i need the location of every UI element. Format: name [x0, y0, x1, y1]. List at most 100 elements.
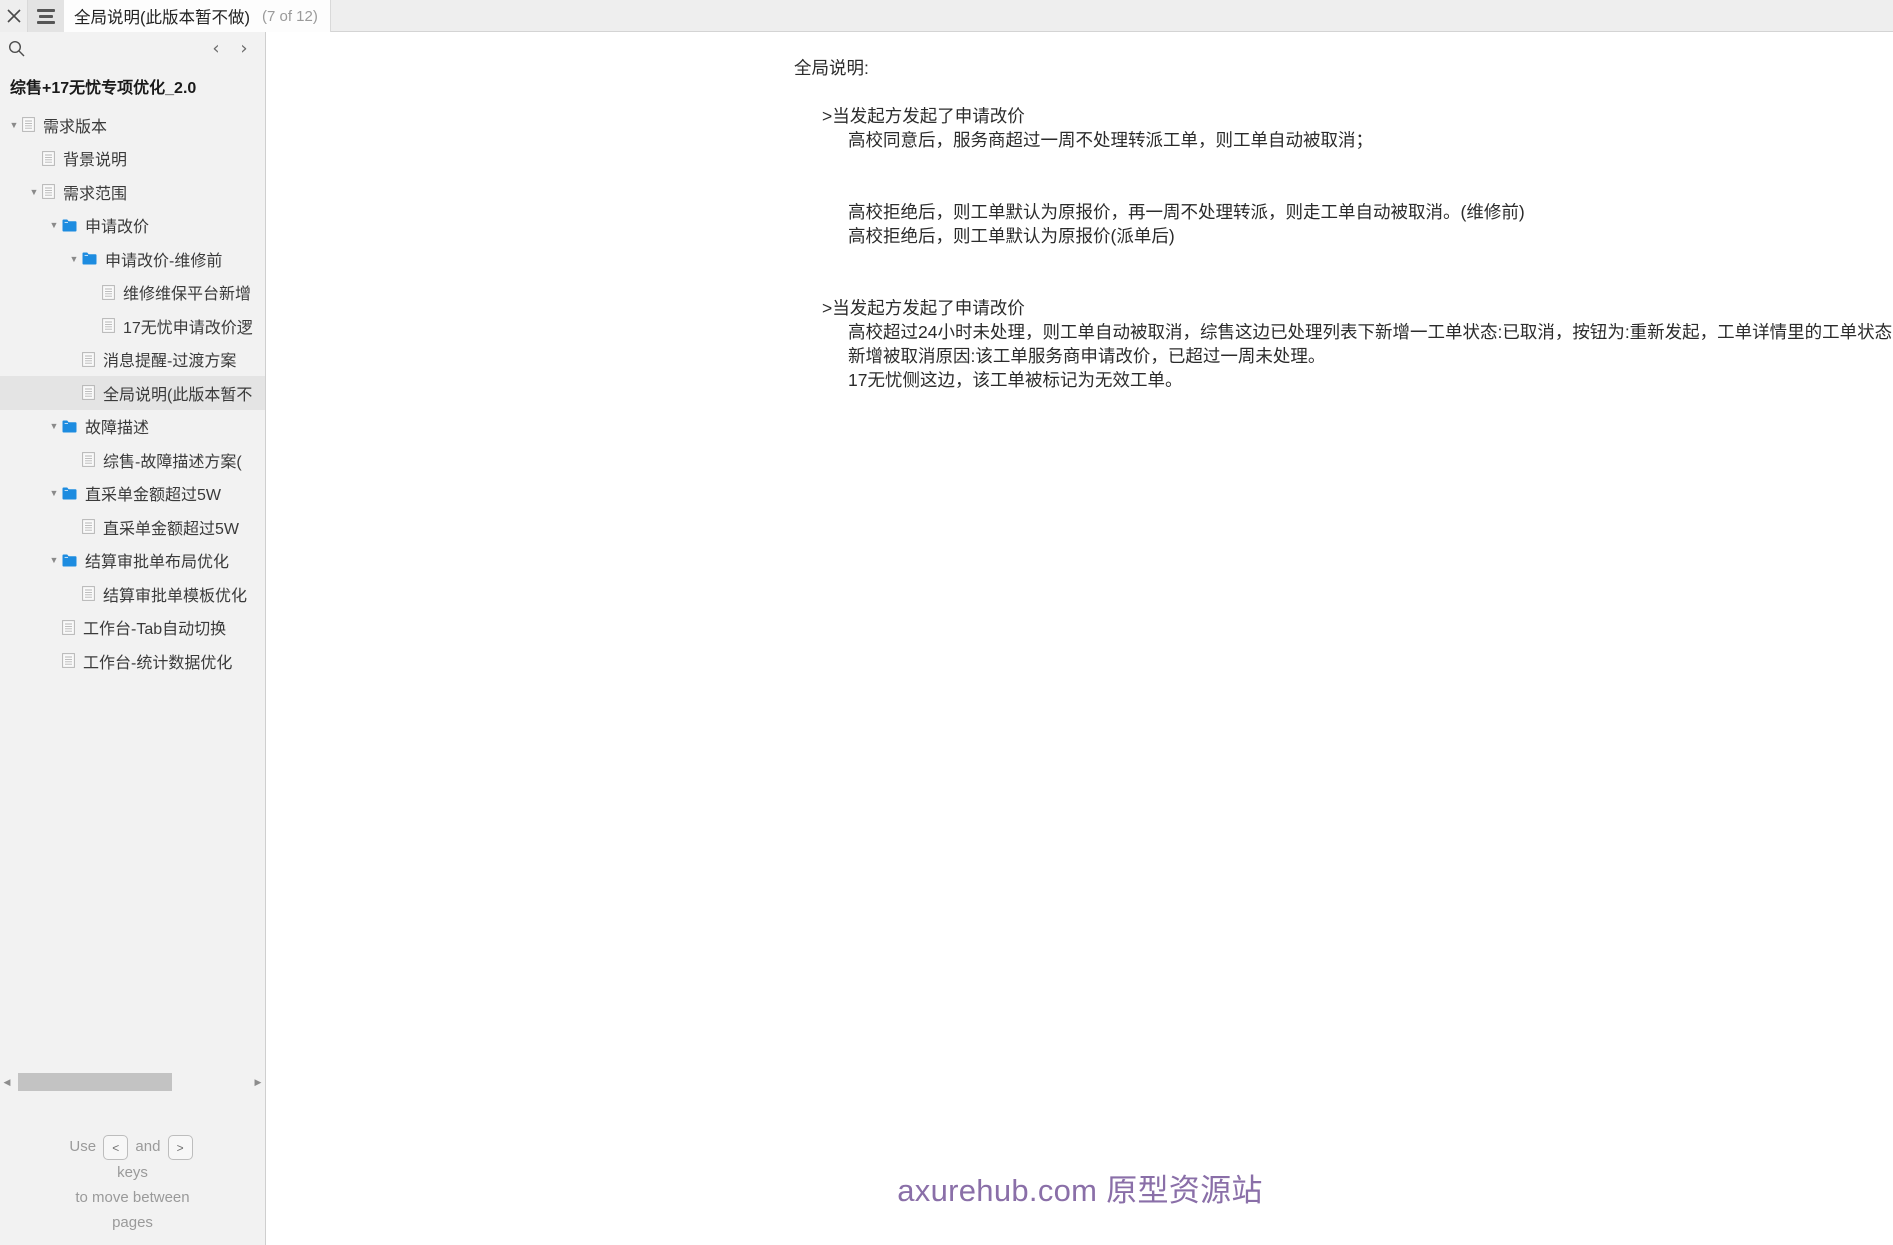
- tree-item[interactable]: 消息提醒-过渡方案: [0, 343, 265, 377]
- tree-twisty-expanded-icon[interactable]: ▼: [46, 410, 62, 444]
- hamburger-icon[interactable]: [28, 0, 64, 32]
- keyboard-hint-keys: keys: [117, 1164, 148, 1181]
- tree-item[interactable]: 背景说明: [0, 142, 265, 176]
- folder-icon: [62, 554, 77, 567]
- tree-item-label: 结算审批单布局优化: [85, 554, 230, 572]
- tree-item-label: 申请改价-维修前: [105, 252, 223, 270]
- doc-spacer-2: [794, 152, 1893, 176]
- page-icon: [82, 586, 95, 602]
- tree-twisty-expanded-icon[interactable]: ▼: [46, 544, 62, 578]
- sidebar: ‹ › 综售+17无忧专项优化_2.0 ▼ 需求版本 背景说明 ▼ 需求范围 ▼ 申请改价 ▼…: [0, 32, 266, 1245]
- page-icon: [82, 586, 95, 602]
- hint-use-label: Use: [69, 1138, 97, 1156]
- tree-item[interactable]: 直采单金额超过5W: [0, 510, 265, 544]
- tree-item[interactable]: 工作台-统计数据优化: [0, 644, 265, 678]
- tree-item[interactable]: 综售-故障描述方案(: [0, 443, 265, 477]
- doc-spacer-5: [794, 272, 1893, 296]
- tree-item[interactable]: ▼ 申请改价: [0, 209, 265, 243]
- tree-item-label: 工作台-统计数据优化: [83, 654, 233, 672]
- tree-item[interactable]: 工作台-Tab自动切换: [0, 611, 265, 645]
- page-document: 全局说明: >当发起方发起了申请改价 高校同意后，服务商超过一周不处理转派工单，…: [794, 56, 1893, 392]
- tree-item[interactable]: ▼ 故障描述: [0, 410, 265, 444]
- tree-item-label: 全局说明(此版本暂不: [103, 386, 253, 404]
- page-nav-arrows: ‹ ›: [205, 37, 255, 59]
- page-icon: [82, 351, 95, 367]
- tab-title: 全局说明(此版本暂不做): [74, 9, 250, 27]
- page-icon: [82, 385, 95, 401]
- page-icon: [62, 653, 75, 669]
- tree-twisty-expanded-icon[interactable]: ▼: [46, 209, 62, 243]
- page-tree: ▼ 需求版本 背景说明 ▼ 需求范围 ▼ 申请改价 ▼ 申请改价-维修前 维修维保平台新增 17无忧…: [0, 108, 265, 678]
- doc-block2-line2: 17无忧侧这边，该工单被标记为无效工单。: [848, 370, 1183, 391]
- tree-item[interactable]: 维修维保平台新增: [0, 276, 265, 310]
- scrollbar-track[interactable]: [14, 1073, 251, 1091]
- doc-spacer-3: [794, 176, 1893, 200]
- tree-item-label: 需求范围: [63, 185, 128, 203]
- scrollbar-thumb[interactable]: [18, 1073, 172, 1091]
- tree-twisty-expanded-icon[interactable]: ▼: [26, 175, 42, 209]
- tree-item-label: 17无忧申请改价逻: [123, 319, 253, 337]
- doc-block2-line1: 高校超过24小时未处理，则工单自动被取消，综售这边已处理列表下新增一工单状态:已…: [848, 322, 1893, 367]
- page-icon: [102, 318, 115, 334]
- tree-item[interactable]: ▼ 结算审批单布局优化: [0, 544, 265, 578]
- page-icon: [62, 619, 75, 635]
- keycap-next[interactable]: >: [167, 1135, 193, 1160]
- tree-twisty-expanded-icon[interactable]: ▼: [66, 242, 82, 276]
- folder-icon: [62, 219, 77, 232]
- scroll-right-arrow[interactable]: ▶: [251, 1077, 265, 1088]
- watermark: axurehub.com 原型资源站: [897, 1173, 1263, 1208]
- doc-spacer-4: [794, 248, 1893, 272]
- tree-item[interactable]: ▼ 需求版本: [0, 108, 265, 142]
- page-icon: [102, 284, 115, 300]
- close-button[interactable]: [0, 0, 28, 32]
- tree-twisty-expanded-icon[interactable]: ▼: [46, 477, 62, 511]
- prev-page-button[interactable]: ‹: [205, 37, 227, 59]
- hint-and-label: and: [135, 1138, 161, 1156]
- page-icon: [22, 117, 35, 133]
- keyboard-hint-line2: to move between: [75, 1189, 190, 1206]
- tree-item[interactable]: 结算审批单模板优化: [0, 577, 265, 611]
- tree-item-label: 综售-故障描述方案(: [103, 453, 242, 471]
- folder-icon: [62, 554, 77, 567]
- doc-spacer-1: [794, 80, 1893, 104]
- page-icon: [82, 519, 95, 535]
- scroll-left-arrow[interactable]: ◀: [0, 1077, 14, 1088]
- tree-item-label: 直采单金额超过5W: [103, 520, 240, 538]
- page-icon: [82, 385, 95, 401]
- keyboard-hint: Use < and > keys to move between pages: [0, 1134, 265, 1235]
- tree-item-label: 故障描述: [85, 420, 150, 438]
- sidebar-horizontal-scrollbar[interactable]: ◀ ▶: [0, 1071, 265, 1093]
- tab-active[interactable]: 全局说明(此版本暂不做) (7 of 12): [28, 0, 331, 32]
- doc-block1-line2: 高校拒绝后，则工单默认为原报价，再一周不处理转派，则走工单自动被取消。(维修前): [848, 202, 1525, 222]
- page-icon: [42, 184, 55, 200]
- tree-item-label: 背景说明: [63, 152, 128, 170]
- page-icon: [82, 452, 95, 468]
- tree-item[interactable]: ▼ 申请改价-维修前: [0, 242, 265, 276]
- page-icon: [102, 284, 115, 300]
- close-icon: [6, 9, 21, 23]
- page-icon: [102, 318, 115, 334]
- top-bar: 全局说明(此版本暂不做) (7 of 12): [0, 0, 1893, 32]
- tree-item-label: 直采单金额超过5W: [85, 487, 222, 505]
- keyboard-hint-line1: Use < and >: [0, 1134, 265, 1160]
- doc-block1-line1: 高校同意后，服务商超过一周不处理转派工单，则工单自动被取消；: [848, 130, 1373, 150]
- content-area: 全局说明: >当发起方发起了申请改价 高校同意后，服务商超过一周不处理转派工单，…: [267, 32, 1893, 1245]
- doc-block1-bullet: >当发起方发起了申请改价: [822, 106, 1025, 126]
- search-icon[interactable]: [8, 40, 25, 57]
- tree-item-label: 需求版本: [43, 118, 108, 136]
- page-icon: [42, 150, 55, 166]
- tree-twisty-expanded-icon[interactable]: ▼: [6, 108, 22, 142]
- folder-icon: [62, 487, 77, 500]
- folder-icon: [82, 252, 97, 265]
- keycap-prev[interactable]: <: [103, 1135, 129, 1160]
- tree-item[interactable]: ▼ 直采单金额超过5W: [0, 477, 265, 511]
- next-page-button[interactable]: ›: [233, 37, 255, 59]
- tree-item-label: 工作台-Tab自动切换: [83, 621, 227, 639]
- folder-icon: [82, 252, 97, 265]
- doc-block1-line3: 高校拒绝后，则工单默认为原报价(派单后): [848, 226, 1175, 246]
- tree-item[interactable]: 17无忧申请改价逻: [0, 309, 265, 343]
- tree-item[interactable]: 全局说明(此版本暂不: [0, 376, 265, 410]
- project-title: 综售+17无忧专项优化_2.0: [10, 80, 197, 97]
- tree-item[interactable]: ▼ 需求范围: [0, 175, 265, 209]
- page-icon: [82, 519, 95, 535]
